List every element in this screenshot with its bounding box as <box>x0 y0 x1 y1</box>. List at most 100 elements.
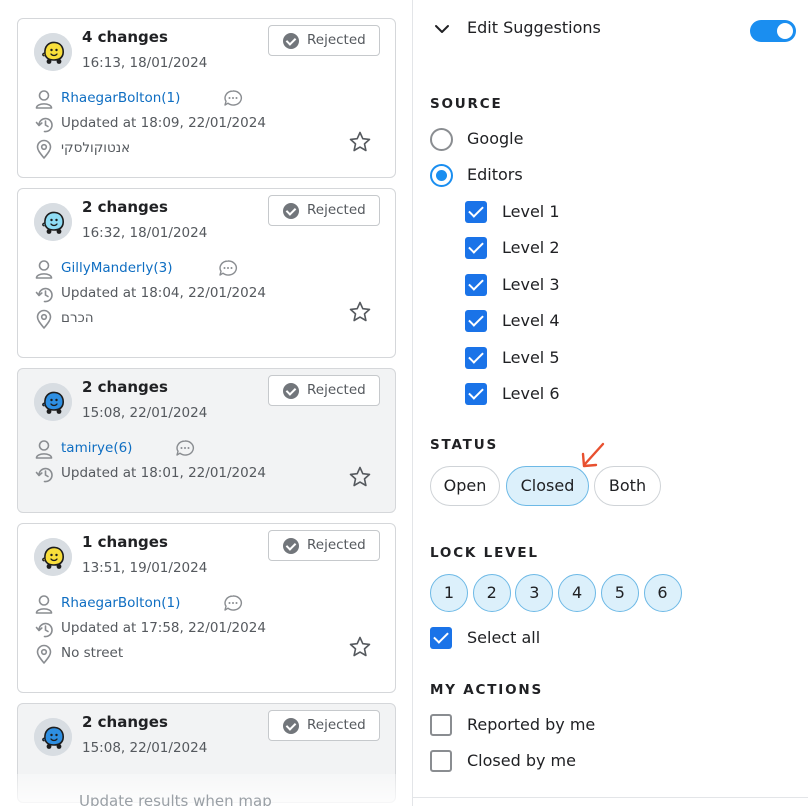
user-link[interactable]: GillyManderly(3) <box>61 260 172 276</box>
user-link[interactable]: RhaegarBolton(1) <box>61 595 180 611</box>
card-timestamp: 16:13, 18/01/2024 <box>82 55 208 71</box>
updated-text: Updated at 18:04, 22/01/2024 <box>61 285 266 301</box>
star-icon[interactable] <box>348 635 372 659</box>
toggle-knob <box>777 23 793 39</box>
level-checkbox[interactable] <box>465 383 487 405</box>
avatar <box>34 383 72 421</box>
level-checkbox[interactable] <box>465 346 487 369</box>
card-title: 1 changes <box>82 533 168 551</box>
location-pin-icon <box>36 309 52 329</box>
lock-level-button[interactable]: 1 <box>430 574 468 612</box>
updated-row: Updated at 18:09, 22/01/2024 <box>35 113 335 135</box>
suggestions-list: 4 changes 16:13, 18/01/2024 Rejected Rhaega… <box>0 0 412 806</box>
updated-text: Updated at 18:09, 22/01/2024 <box>61 115 266 131</box>
card-title: 2 changes <box>82 198 168 216</box>
card-timestamp: 16:32, 18/01/2024 <box>82 225 208 241</box>
star-icon[interactable] <box>348 300 372 324</box>
updated-text: Updated at 18:01, 22/01/2024 <box>61 465 266 481</box>
avatar <box>34 718 72 756</box>
person-icon <box>35 440 53 459</box>
status-badge: Rejected <box>268 195 380 226</box>
bottom-divider <box>413 797 808 798</box>
updated-row: Updated at 18:01, 22/01/2024 <box>35 463 335 485</box>
level-checkbox[interactable] <box>465 310 487 333</box>
level-label: Level 3 <box>502 274 560 294</box>
status-label: Rejected <box>307 717 366 733</box>
level-label: Level 6 <box>502 384 560 403</box>
chat-bubble-icon[interactable] <box>175 439 195 457</box>
source-radio-editors[interactable] <box>430 164 453 187</box>
status-badge: Rejected <box>268 375 380 406</box>
select-all-checkbox[interactable] <box>430 627 452 649</box>
level-label: Level 5 <box>502 347 560 367</box>
star-icon[interactable] <box>348 465 372 489</box>
status-pill-both[interactable]: Both <box>594 466 661 506</box>
action-label: Closed by me <box>467 751 576 770</box>
chat-bubble-icon[interactable] <box>223 594 243 612</box>
action-checkbox[interactable] <box>430 750 452 772</box>
chat-bubble-icon[interactable] <box>218 259 238 277</box>
status-label: Rejected <box>307 382 366 398</box>
panel-title: Edit Suggestions <box>467 18 601 37</box>
lock-level-button[interactable]: 4 <box>558 574 597 612</box>
level-checkbox[interactable] <box>465 273 487 296</box>
lock-level-button[interactable]: 3 <box>515 574 554 612</box>
lock-level-button[interactable]: 2 <box>472 574 511 612</box>
check-circle-icon <box>283 383 299 399</box>
avatar <box>34 203 72 241</box>
updated-text: Updated at 17:58, 22/01/2024 <box>61 620 266 636</box>
source-radio-google[interactable] <box>430 128 453 151</box>
location-text: הכרם <box>61 310 94 326</box>
check-circle-icon <box>283 203 299 219</box>
avatar <box>34 33 72 71</box>
card-timestamp: 15:08, 22/01/2024 <box>82 740 208 756</box>
status-heading: STATUS <box>430 437 498 453</box>
status-pill-closed[interactable]: Closed <box>506 466 589 506</box>
check-circle-icon <box>283 718 299 734</box>
wazer-avatar-icon <box>34 538 72 576</box>
filter-panel: Edit Suggestions SOURCE Google Editors Le… <box>413 0 808 806</box>
user-link[interactable]: tamirye(6) <box>61 440 132 456</box>
status-label: Rejected <box>307 537 366 553</box>
level-label: Level 1 <box>502 202 560 221</box>
chevron-down-icon[interactable] <box>433 20 451 38</box>
lock-level-button[interactable]: 5 <box>600 574 639 612</box>
action-checkbox[interactable] <box>430 714 452 736</box>
edit-suggestions-toggle[interactable] <box>750 20 796 42</box>
suggestion-card[interactable]: 2 changes 15:08, 22/01/2024 Rejected tamiry… <box>17 368 396 513</box>
status-badge: Rejected <box>268 710 380 741</box>
status-badge: Rejected <box>268 25 380 56</box>
annotation-arrow-icon <box>581 442 605 468</box>
user-row: RhaegarBolton(1) <box>35 593 375 615</box>
location-row: הכרם <box>35 308 335 330</box>
location-text: No street <box>61 645 124 661</box>
suggestion-card[interactable]: 2 changes 16:32, 18/01/2024 Rejected GillyM… <box>17 188 396 358</box>
suggestion-card[interactable]: 4 changes 16:13, 18/01/2024 Rejected Rhaega… <box>17 18 396 178</box>
location-text: אנטוקולסקי <box>61 140 131 156</box>
wazer-avatar-icon <box>34 383 72 421</box>
person-icon <box>35 90 53 109</box>
source-label: Google <box>467 129 524 148</box>
user-row: tamirye(6) <box>35 438 375 460</box>
update-results-label[interactable]: Update results when map <box>79 792 272 806</box>
status-pill-open[interactable]: Open <box>430 466 500 506</box>
check-circle-icon <box>283 33 299 49</box>
suggestion-card[interactable]: 1 changes 13:51, 19/01/2024 Rejected Rhaega… <box>17 523 396 693</box>
my-actions-heading: MY ACTIONS <box>430 682 543 698</box>
user-link[interactable]: RhaegarBolton(1) <box>61 90 180 106</box>
card-title: 2 changes <box>82 713 168 731</box>
level-checkbox[interactable] <box>465 237 487 260</box>
wazer-avatar-icon <box>34 718 72 756</box>
lock-level-button[interactable]: 6 <box>643 574 682 612</box>
person-icon <box>35 595 53 614</box>
level-label: Level 2 <box>502 238 560 258</box>
updated-row: Updated at 18:04, 22/01/2024 <box>35 283 335 305</box>
chat-bubble-icon[interactable] <box>223 89 243 107</box>
card-timestamp: 13:51, 19/01/2024 <box>82 560 208 576</box>
star-icon[interactable] <box>348 130 372 154</box>
user-row: RhaegarBolton(1) <box>35 88 375 110</box>
level-checkbox[interactable] <box>465 201 487 223</box>
level-label: Level 4 <box>502 311 560 331</box>
source-label: Editors <box>467 165 523 184</box>
wazer-avatar-icon <box>34 203 72 241</box>
